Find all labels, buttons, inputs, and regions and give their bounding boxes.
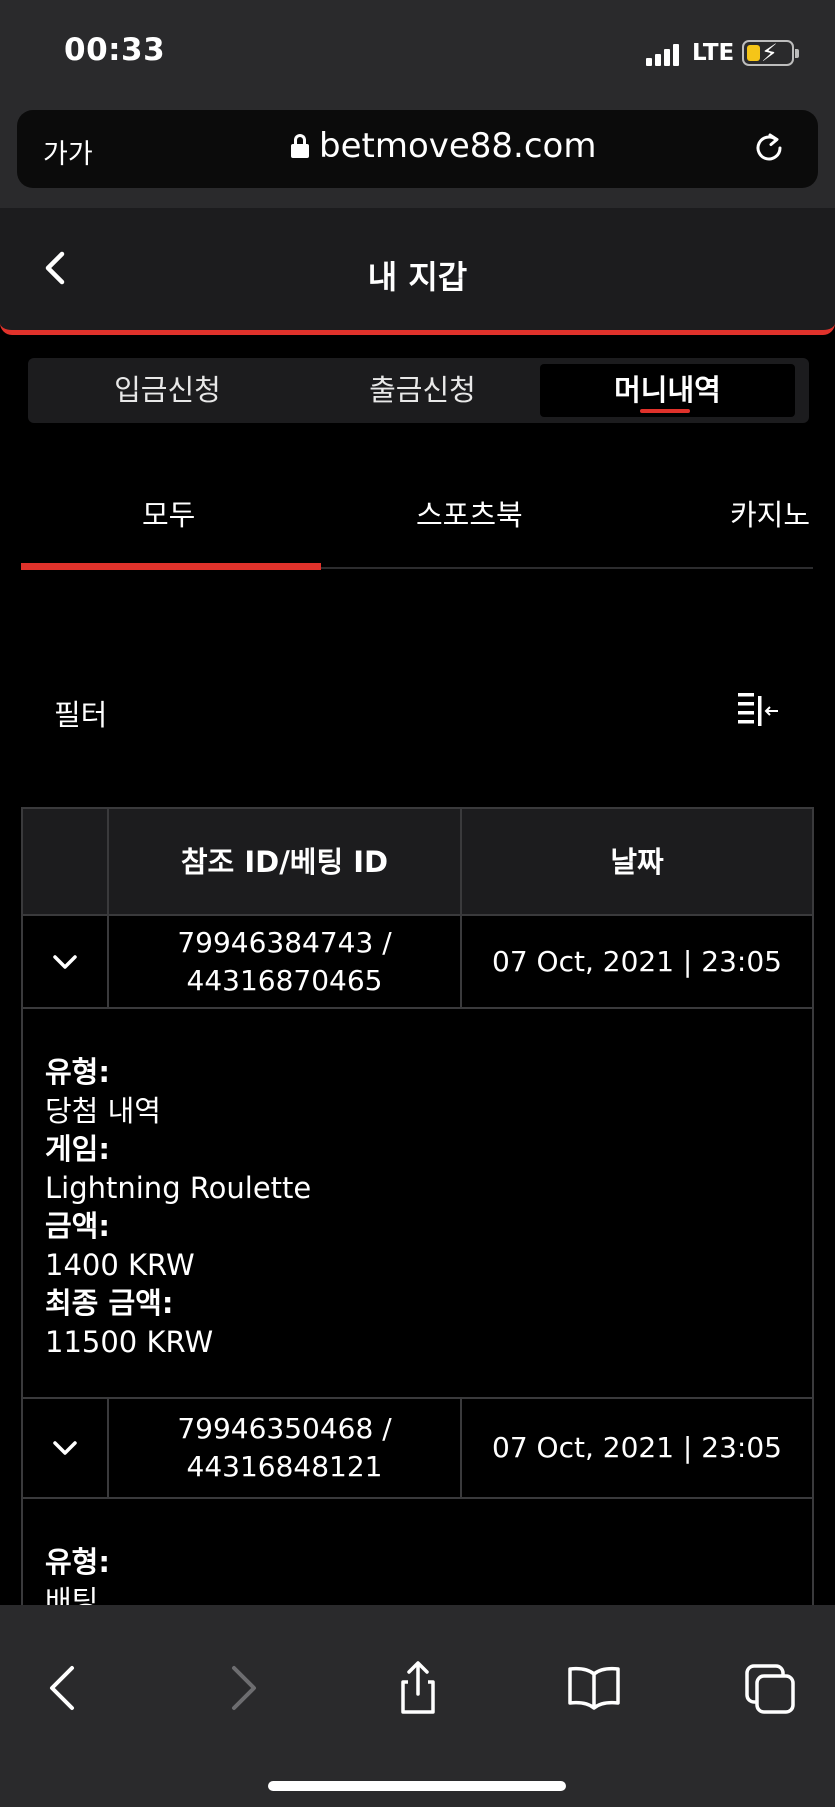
- table-row[interactable]: 79946350468 / 44316848121 07 Oct, 2021 |…: [21, 1399, 814, 1499]
- date-cell: 07 Oct, 2021 | 23:05: [492, 944, 782, 978]
- browser-address-area: 가가 betmove88.com: [0, 108, 835, 208]
- header-reference-id: 참조 ID/베팅 ID: [109, 809, 462, 914]
- detail-game-value: Lightning Roulette: [45, 1170, 312, 1205]
- category-tabs: 모두 스포츠북 카지노: [0, 470, 835, 570]
- browser-toolbar: [0, 1605, 835, 1807]
- status-time: 00:33: [64, 32, 166, 68]
- bookmarks-icon[interactable]: [566, 1660, 622, 1716]
- category-tab-casino[interactable]: 카지노: [730, 492, 810, 534]
- address-bar[interactable]: 가가 betmove88.com: [17, 110, 818, 188]
- battery-icon: ⚡: [742, 39, 799, 67]
- category-tab-sportsbook[interactable]: 스포츠북: [416, 492, 523, 534]
- category-active-indicator: [21, 563, 321, 570]
- tab-money-history-label: 머니내역: [614, 373, 721, 407]
- detail-game-label: 게임:: [45, 1132, 110, 1166]
- wallet-segmented-tabs: 입금신청 출금신청 머니내역: [28, 358, 809, 423]
- detail-type-value: 당첨 내역: [45, 1093, 161, 1128]
- tab-deposit-request[interactable]: 입금신청: [40, 364, 295, 417]
- row-details: 유형: 당첨 내역 게임: Lightning Roulette 금액: 140…: [21, 1009, 814, 1399]
- detail-type-label: 유형:: [45, 1055, 110, 1089]
- signal-icon: [646, 44, 682, 66]
- browser-forward-icon[interactable]: [214, 1660, 270, 1716]
- reference-id-cell: 79946384743 / 44316870465: [109, 916, 462, 1007]
- share-icon[interactable]: [390, 1660, 446, 1716]
- reference-id-cell: 79946350468 / 44316848121: [109, 1399, 462, 1497]
- text-size-button[interactable]: 가가: [43, 132, 93, 171]
- reference-id: 79946384743 /: [177, 925, 392, 959]
- reload-icon[interactable]: [751, 130, 787, 166]
- header-date: 날짜: [610, 844, 664, 879]
- chevron-down-icon: [53, 954, 77, 969]
- history-table: 참조 ID/베팅 ID 날짜 79946384743 / 44316870465…: [21, 807, 814, 1619]
- detail-amount-label: 금액:: [45, 1209, 110, 1243]
- bet-id: 44316870465: [186, 963, 383, 997]
- lock-icon: [291, 134, 309, 158]
- table-header-row: 참조 ID/베팅 ID 날짜: [21, 807, 814, 916]
- page-title: 내 지갑: [367, 258, 468, 296]
- home-indicator: [268, 1781, 566, 1791]
- bet-id: 44316848121: [186, 1450, 383, 1483]
- detail-final-amount-label: 최종 금액:: [45, 1286, 174, 1320]
- date-cell: 07 Oct, 2021 | 23:05: [492, 1431, 782, 1464]
- filter-label: 필터: [54, 698, 108, 732]
- status-bar: 00:33 LTE ⚡: [0, 0, 835, 108]
- network-label: LTE: [692, 40, 735, 66]
- row-details: 유형: 배팅: [21, 1499, 814, 1619]
- active-tab-indicator: [640, 409, 690, 413]
- browser-back-icon[interactable]: [36, 1660, 92, 1716]
- tab-withdraw-request[interactable]: 출금신청: [295, 364, 550, 417]
- page-header: 내 지갑: [0, 208, 835, 335]
- chevron-down-icon: [53, 1441, 77, 1455]
- expand-toggle[interactable]: [23, 916, 109, 1007]
- detail-type-label: 유형:: [45, 1545, 110, 1579]
- filter-collapse-icon[interactable]: [736, 690, 782, 730]
- header-expand-col: [23, 809, 109, 914]
- detail-final-amount-value: 11500 KRW: [45, 1324, 214, 1359]
- tab-money-history[interactable]: 머니내역: [540, 364, 795, 417]
- expand-toggle[interactable]: [23, 1399, 109, 1497]
- reference-id: 79946350468 /: [177, 1412, 392, 1445]
- tabs-icon[interactable]: [742, 1660, 798, 1716]
- url-domain[interactable]: betmove88.com: [319, 126, 596, 166]
- detail-amount-value: 1400 KRW: [45, 1247, 195, 1282]
- table-row[interactable]: 79946384743 / 44316870465 07 Oct, 2021 |…: [21, 916, 814, 1009]
- category-tab-all[interactable]: 모두: [142, 492, 195, 534]
